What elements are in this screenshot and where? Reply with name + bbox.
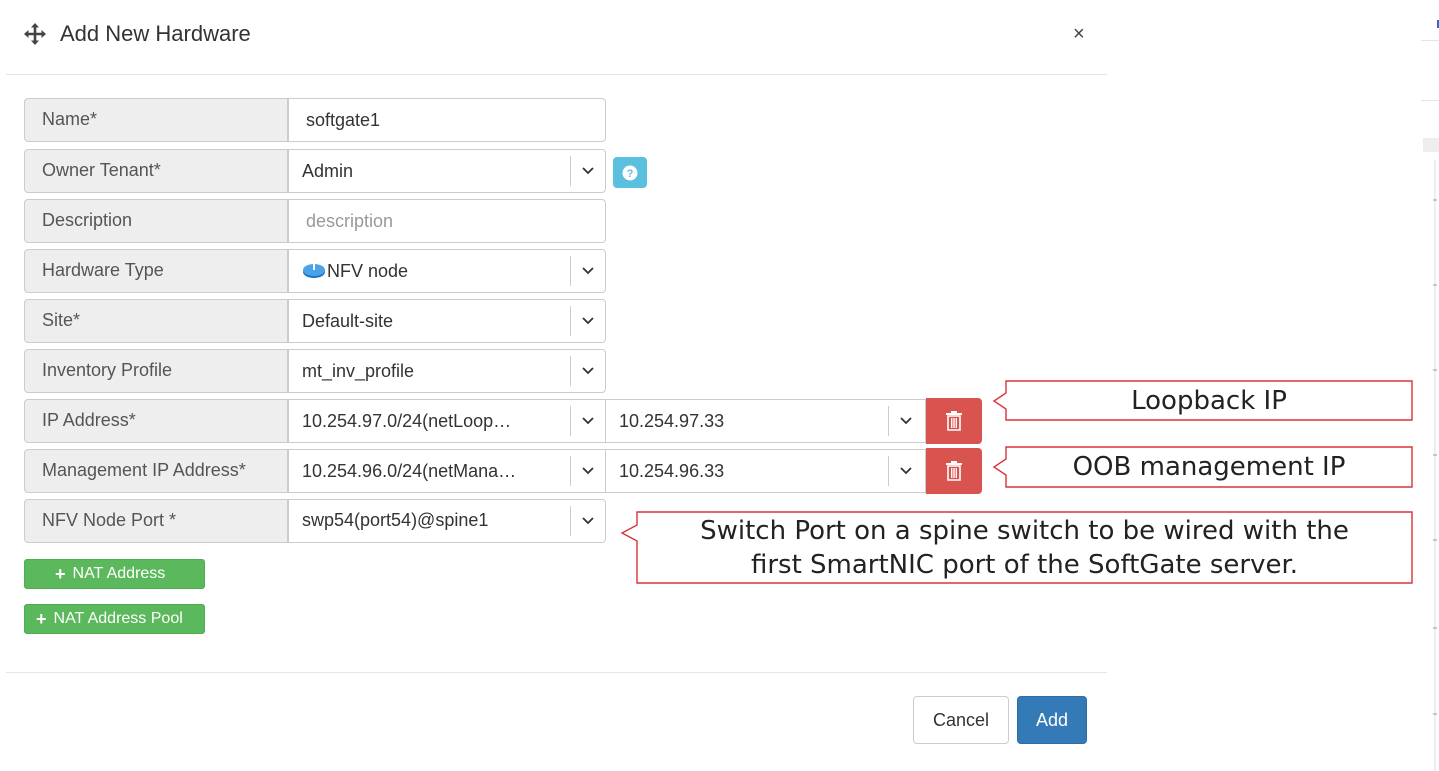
ip-address-value: 10.254.97.33	[619, 411, 725, 431]
switch-port-callout-line2: first SmartNIC port of the SoftGate serv…	[750, 550, 1299, 580]
ip-address-select[interactable]: 10.254.97.33	[606, 399, 926, 443]
ip-network-select[interactable]: 10.254.97.0/24(netLoop…	[288, 399, 606, 443]
management-network-select[interactable]: 10.254.96.0/24(netMana…	[288, 449, 606, 493]
plus-icon: +	[36, 609, 47, 629]
nat-address-pool-label: NAT Address Pool	[53, 610, 183, 627]
chevron-down-icon[interactable]	[570, 456, 605, 486]
ip-address-label: IP Address*	[24, 399, 288, 443]
nfv-node-port-label: NFV Node Port *	[24, 499, 288, 543]
nat-address-label: NAT Address	[72, 565, 166, 582]
nfv-node-port-select[interactable]: swp54(port54)@spine1	[288, 499, 606, 543]
header-divider	[6, 74, 1107, 75]
chevron-down-icon[interactable]	[570, 156, 605, 186]
chevron-down-icon[interactable]	[570, 356, 605, 386]
background-ruler	[1421, 0, 1439, 771]
close-button[interactable]: ×	[1073, 22, 1085, 46]
site-value: Default-site	[302, 311, 394, 331]
add-nat-address-button[interactable]: + NAT Address	[24, 559, 205, 589]
footer-divider	[6, 672, 1107, 673]
hardware-type-label: Hardware Type	[24, 249, 288, 293]
management-ip-value: 10.254.96.33	[619, 461, 725, 481]
chevron-down-icon[interactable]	[570, 306, 605, 336]
name-label: Name*	[24, 98, 288, 142]
dialog-title: Add New Hardware	[60, 21, 251, 46]
chevron-down-icon[interactable]	[888, 406, 923, 436]
ip-network-value: 10.254.97.0/24(netLoop…	[302, 411, 512, 431]
owner-tenant-label: Owner Tenant*	[24, 149, 288, 193]
inventory-profile-value: mt_inv_profile	[302, 361, 415, 381]
description-placeholder: description	[306, 211, 394, 231]
cancel-button[interactable]: Cancel	[913, 696, 1009, 744]
site-select[interactable]: Default-site	[288, 299, 606, 343]
management-ip-select[interactable]: 10.254.96.33	[606, 449, 926, 493]
delete-management-ip-button[interactable]	[926, 448, 982, 494]
switch-port-callout-line1: Switch Port on a spine switch to be wire…	[700, 516, 1349, 546]
question-circle-icon[interactable]: ?	[613, 157, 647, 188]
description-label: Description	[24, 199, 288, 243]
chevron-down-icon[interactable]	[570, 506, 605, 536]
nfv-node-icon	[303, 264, 325, 278]
delete-ip-button[interactable]	[926, 398, 982, 444]
nfv-node-port-value: swp54(port54)@spine1	[302, 510, 489, 530]
move-arrows-icon[interactable]	[23, 22, 47, 46]
chevron-down-icon[interactable]	[570, 406, 605, 436]
hardware-type-select[interactable]: NFV node	[288, 249, 606, 293]
owner-tenant-value: Admin	[302, 161, 354, 181]
chevron-down-icon[interactable]	[570, 256, 605, 286]
chevron-down-icon[interactable]	[888, 456, 923, 486]
hardware-type-value: NFV node	[327, 261, 409, 281]
add-button[interactable]: Add	[1017, 696, 1087, 744]
oob-callout-text: OOB management IP	[1072, 452, 1346, 482]
add-nat-address-pool-button[interactable]: + NAT Address Pool	[24, 604, 205, 634]
loopback-callout-text: Loopback IP	[1131, 386, 1287, 416]
management-ip-label: Management IP Address*	[24, 449, 288, 493]
owner-tenant-select[interactable]: Admin	[288, 149, 606, 193]
management-network-value: 10.254.96.0/24(netMana…	[302, 461, 517, 481]
trash-icon	[946, 411, 962, 431]
inventory-profile-label: Inventory Profile	[24, 349, 288, 393]
svg-text:?: ?	[627, 168, 634, 180]
name-value: softgate1	[306, 110, 381, 130]
inventory-profile-select[interactable]: mt_inv_profile	[288, 349, 606, 393]
add-hardware-dialog: Add New Hardware × Name* softgate1 Owner…	[0, 0, 1108, 771]
site-label: Site*	[24, 299, 288, 343]
plus-icon: +	[55, 564, 66, 584]
name-input[interactable]: softgate1	[288, 98, 606, 142]
description-input[interactable]: description	[288, 199, 606, 243]
trash-icon	[946, 461, 962, 481]
switch-port-callout-text: Switch Port on a spine switch to be wire…	[637, 514, 1412, 582]
